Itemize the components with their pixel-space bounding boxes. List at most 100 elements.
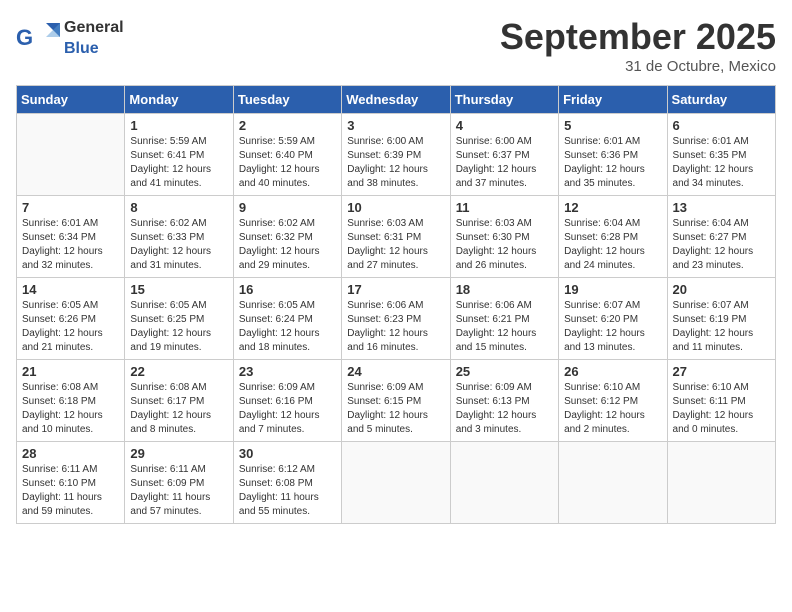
day-info: Sunrise: 6:09 AM Sunset: 6:13 PM Dayligh… (456, 381, 553, 437)
day-number: 11 (456, 200, 553, 215)
day-number: 22 (130, 364, 227, 379)
day-number: 15 (130, 282, 227, 297)
day-number: 26 (564, 364, 661, 379)
day-info: Sunrise: 6:00 AM Sunset: 6:37 PM Dayligh… (456, 135, 553, 191)
day-number: 30 (239, 446, 336, 461)
day-number: 17 (347, 282, 444, 297)
calendar-cell: 16Sunrise: 6:05 AM Sunset: 6:24 PM Dayli… (233, 278, 341, 360)
day-number: 4 (456, 118, 553, 133)
day-number: 10 (347, 200, 444, 215)
day-info: Sunrise: 6:05 AM Sunset: 6:25 PM Dayligh… (130, 299, 227, 355)
day-info: Sunrise: 6:07 AM Sunset: 6:20 PM Dayligh… (564, 299, 661, 355)
page-header: G General Blue September 2025 31 de Octu… (16, 16, 776, 75)
calendar-cell: 13Sunrise: 6:04 AM Sunset: 6:27 PM Dayli… (667, 196, 775, 278)
day-number: 12 (564, 200, 661, 215)
week-row-1: 7 Sunrise: 6:01 AM Sunset: 6:34 PM Daylig… (17, 196, 776, 278)
day-number: 19 (564, 282, 661, 297)
calendar-cell: 6Sunrise: 6:01 AM Sunset: 6:35 PM Daylig… (667, 114, 775, 196)
header-sunday: Sunday (17, 86, 125, 114)
day-number: 25 (456, 364, 553, 379)
day-info: Sunrise: 6:01 AM Sunset: 6:34 PM Dayligh… (22, 217, 119, 273)
header-thursday: Thursday (450, 86, 558, 114)
day-info: Sunrise: 6:00 AM Sunset: 6:39 PM Dayligh… (347, 135, 444, 191)
day-info: Sunrise: 6:03 AM Sunset: 6:30 PM Dayligh… (456, 217, 553, 273)
calendar-cell: 9 Sunrise: 6:02 AM Sunset: 6:32 PM Daylig… (233, 196, 341, 278)
day-info: Sunrise: 6:02 AM Sunset: 6:32 PM Dayligh… (239, 217, 336, 273)
week-row-3: 21 Sunrise: 6:08 AM Sunset: 6:18 PM Dayli… (17, 360, 776, 442)
day-info: Sunrise: 6:10 AM Sunset: 6:12 PM Dayligh… (564, 381, 661, 437)
day-info: Sunrise: 6:01 AM Sunset: 6:36 PM Dayligh… (564, 135, 661, 191)
calendar-cell: 5Sunrise: 6:01 AM Sunset: 6:36 PM Daylig… (559, 114, 667, 196)
day-number: 23 (239, 364, 336, 379)
calendar-table: Sunday Monday Tuesday Wednesday Thursday… (16, 85, 776, 524)
day-info: Sunrise: 6:05 AM Sunset: 6:24 PM Dayligh… (239, 299, 336, 355)
calendar-cell: 19 Sunrise: 6:07 AM Sunset: 6:20 PM Dayli… (559, 278, 667, 360)
day-number: 8 (130, 200, 227, 215)
day-info: Sunrise: 6:01 AM Sunset: 6:35 PM Dayligh… (673, 135, 770, 191)
logo-icon: G (16, 19, 60, 55)
day-number: 13 (673, 200, 770, 215)
day-info: Sunrise: 6:09 AM Sunset: 6:15 PM Dayligh… (347, 381, 444, 437)
calendar-cell: 17 Sunrise: 6:06 AM Sunset: 6:23 PM Dayli… (342, 278, 450, 360)
day-info: Sunrise: 6:02 AM Sunset: 6:33 PM Dayligh… (130, 217, 227, 273)
calendar-cell: 10 Sunrise: 6:03 AM Sunset: 6:31 PM Dayli… (342, 196, 450, 278)
header-tuesday: Tuesday (233, 86, 341, 114)
logo: G General Blue (16, 16, 124, 58)
day-info: Sunrise: 6:08 AM Sunset: 6:18 PM Dayligh… (22, 381, 119, 437)
calendar-cell: 15 Sunrise: 6:05 AM Sunset: 6:25 PM Dayli… (125, 278, 233, 360)
calendar-cell: 12 Sunrise: 6:04 AM Sunset: 6:28 PM Dayli… (559, 196, 667, 278)
header-wednesday: Wednesday (342, 86, 450, 114)
day-info: Sunrise: 6:05 AM Sunset: 6:26 PM Dayligh… (22, 299, 119, 355)
calendar-cell: 4 Sunrise: 6:00 AM Sunset: 6:37 PM Daylig… (450, 114, 558, 196)
day-number: 7 (22, 200, 119, 215)
calendar-cell: 20Sunrise: 6:07 AM Sunset: 6:19 PM Dayli… (667, 278, 775, 360)
day-number: 20 (673, 282, 770, 297)
week-row-0: 1Sunrise: 5:59 AM Sunset: 6:41 PM Daylig… (17, 114, 776, 196)
calendar-cell: 22 Sunrise: 6:08 AM Sunset: 6:17 PM Dayli… (125, 360, 233, 442)
calendar-cell (450, 442, 558, 524)
header-friday: Friday (559, 86, 667, 114)
day-info: Sunrise: 6:06 AM Sunset: 6:21 PM Dayligh… (456, 299, 553, 355)
calendar-cell: 2 Sunrise: 5:59 AM Sunset: 6:40 PM Daylig… (233, 114, 341, 196)
calendar-cell: 29Sunrise: 6:11 AM Sunset: 6:09 PM Dayli… (125, 442, 233, 524)
calendar-cell: 30 Sunrise: 6:12 AM Sunset: 6:08 PM Dayli… (233, 442, 341, 524)
calendar-cell: 8 Sunrise: 6:02 AM Sunset: 6:33 PM Daylig… (125, 196, 233, 278)
day-number: 9 (239, 200, 336, 215)
month-title: September 2025 (500, 16, 776, 58)
day-number: 3 (347, 118, 444, 133)
calendar-cell (559, 442, 667, 524)
calendar-cell: 14 Sunrise: 6:05 AM Sunset: 6:26 PM Dayli… (17, 278, 125, 360)
calendar-cell: 27Sunrise: 6:10 AM Sunset: 6:11 PM Dayli… (667, 360, 775, 442)
day-number: 18 (456, 282, 553, 297)
week-row-4: 28Sunrise: 6:11 AM Sunset: 6:10 PM Dayli… (17, 442, 776, 524)
day-info: Sunrise: 5:59 AM Sunset: 6:40 PM Dayligh… (239, 135, 336, 191)
calendar-cell (17, 114, 125, 196)
week-row-2: 14 Sunrise: 6:05 AM Sunset: 6:26 PM Dayli… (17, 278, 776, 360)
day-number: 21 (22, 364, 119, 379)
day-number: 24 (347, 364, 444, 379)
calendar-cell: 23Sunrise: 6:09 AM Sunset: 6:16 PM Dayli… (233, 360, 341, 442)
calendar-cell: 18 Sunrise: 6:06 AM Sunset: 6:21 PM Dayli… (450, 278, 558, 360)
day-info: Sunrise: 6:11 AM Sunset: 6:09 PM Dayligh… (130, 463, 227, 519)
day-number: 1 (130, 118, 227, 133)
day-info: Sunrise: 6:08 AM Sunset: 6:17 PM Dayligh… (130, 381, 227, 437)
weekday-header-row: Sunday Monday Tuesday Wednesday Thursday… (17, 86, 776, 114)
calendar-cell: 11 Sunrise: 6:03 AM Sunset: 6:30 PM Dayli… (450, 196, 558, 278)
day-info: Sunrise: 6:12 AM Sunset: 6:08 PM Dayligh… (239, 463, 336, 519)
logo-text-blue: Blue (64, 40, 99, 57)
day-info: Sunrise: 6:03 AM Sunset: 6:31 PM Dayligh… (347, 217, 444, 273)
calendar-cell: 24 Sunrise: 6:09 AM Sunset: 6:15 PM Dayli… (342, 360, 450, 442)
calendar-cell: 7 Sunrise: 6:01 AM Sunset: 6:34 PM Daylig… (17, 196, 125, 278)
calendar-cell: 3 Sunrise: 6:00 AM Sunset: 6:39 PM Daylig… (342, 114, 450, 196)
calendar-cell: 21 Sunrise: 6:08 AM Sunset: 6:18 PM Dayli… (17, 360, 125, 442)
day-info: Sunrise: 6:04 AM Sunset: 6:28 PM Dayligh… (564, 217, 661, 273)
calendar-cell (342, 442, 450, 524)
day-number: 2 (239, 118, 336, 133)
day-number: 14 (22, 282, 119, 297)
header-monday: Monday (125, 86, 233, 114)
calendar-cell (667, 442, 775, 524)
calendar-cell: 26 Sunrise: 6:10 AM Sunset: 6:12 PM Dayli… (559, 360, 667, 442)
day-info: Sunrise: 6:06 AM Sunset: 6:23 PM Dayligh… (347, 299, 444, 355)
logo-text-general: General (64, 19, 124, 36)
title-block: September 2025 31 de Octubre, Mexico (500, 16, 776, 75)
